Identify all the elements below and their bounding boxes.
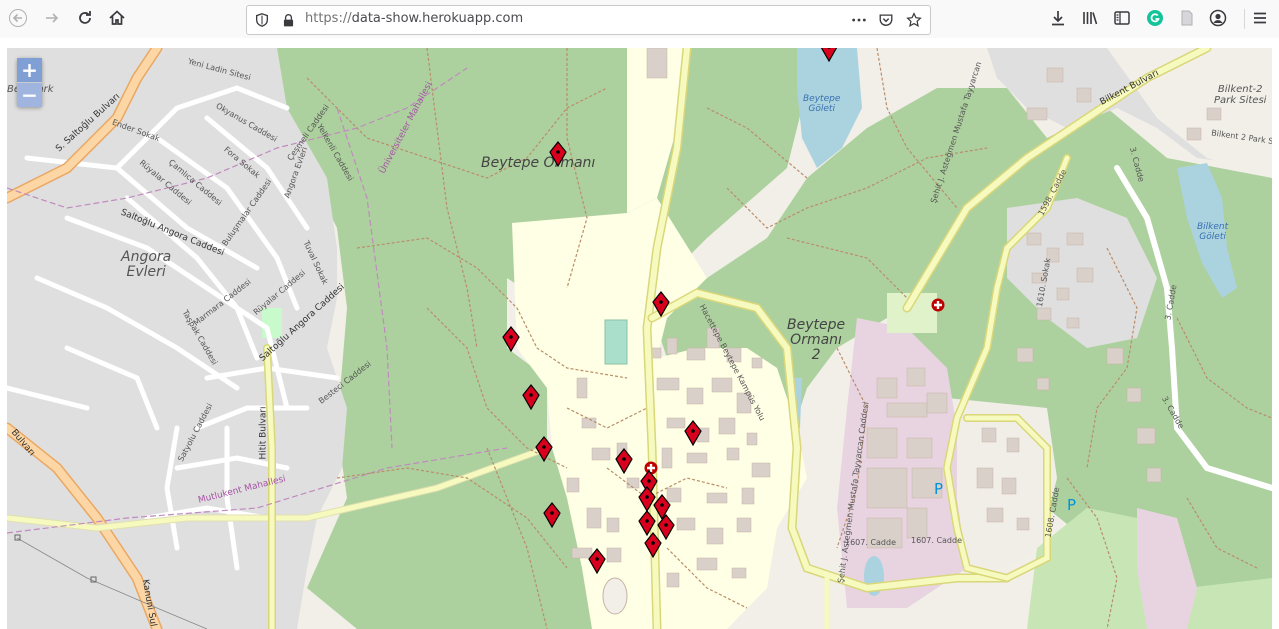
forward-icon[interactable] — [40, 6, 64, 30]
pocket-icon[interactable] — [877, 11, 895, 29]
toolbar-separator — [1244, 9, 1245, 29]
shield-icon[interactable] — [253, 11, 271, 29]
map-marker-icon[interactable] — [534, 436, 554, 463]
reader-icon[interactable] — [1175, 6, 1199, 30]
reload-icon[interactable] — [73, 6, 97, 30]
zoom-in-button[interactable]: + — [17, 58, 42, 82]
place-label-line: Bilkent-2 — [1217, 84, 1263, 95]
water-label-bilkent-goleti: Bilkent Göleti — [1197, 222, 1228, 242]
grammarly-icon[interactable] — [1143, 6, 1167, 30]
place-label-line: Beytepe — [787, 317, 846, 333]
map-marker-icon[interactable] — [614, 448, 634, 475]
street-label: Hitit Bulvarı — [258, 406, 269, 460]
back-icon[interactable] — [6, 6, 30, 30]
water-label-line: Göleti — [808, 104, 835, 114]
lock-icon[interactable] — [279, 11, 297, 29]
url-scheme: https:// — [305, 11, 352, 26]
parking-icon: P — [1067, 496, 1077, 514]
map-marker-icon[interactable] — [501, 326, 521, 353]
browser-toolbar: https://data-show.herokuapp.com — [0, 0, 1279, 39]
sidebar-icon[interactable] — [1110, 6, 1134, 30]
parking-icon: P — [934, 480, 944, 498]
place-label-line: Ormanı — [790, 332, 842, 348]
place-label-angora-evleri: Angora Evleri — [121, 250, 171, 280]
water-label-line: Bilkent — [1197, 222, 1229, 232]
place-label-line: Evleri — [126, 264, 166, 280]
address-bar[interactable]: https://data-show.herokuapp.com — [246, 5, 931, 35]
place-label-beytepe-ormani: Beytepe Ormanı — [481, 155, 596, 171]
street-label: 1607. Cadde — [845, 538, 897, 547]
place-label-line: Park Sitesi — [1214, 95, 1267, 106]
home-icon[interactable] — [105, 6, 129, 30]
bookmark-star-icon[interactable] — [905, 11, 923, 29]
water-label-line: Göleti — [1199, 232, 1226, 242]
place-label-bilkent2-park: Bilkent-2 Park Sitesi — [1214, 84, 1266, 106]
map-marker-icon[interactable] — [587, 548, 607, 575]
menu-icon[interactable] — [1248, 6, 1272, 30]
water-label-line: Beytepe — [803, 94, 841, 104]
map-marker-icon[interactable] — [819, 48, 839, 63]
url-text: https://data-show.herokuapp.com — [305, 11, 523, 26]
page-content: Beytepe Ormanı Beytepe Ormanı 2 Angora E… — [0, 38, 1279, 629]
hospital-icon — [931, 298, 945, 312]
zoom-out-button[interactable]: − — [17, 82, 42, 107]
library-icon[interactable] — [1078, 6, 1102, 30]
street-label: 1607. Cadde — [911, 536, 963, 545]
map-view[interactable]: Beytepe Ormanı Beytepe Ormanı 2 Angora E… — [7, 48, 1272, 629]
download-icon[interactable] — [1046, 6, 1070, 30]
page-actions-icon[interactable] — [850, 11, 868, 29]
place-label-line: Angora — [121, 249, 172, 265]
place-label-line: 2 — [811, 347, 821, 363]
account-icon[interactable] — [1206, 6, 1230, 30]
url-host: data-show.herokuapp.com — [351, 11, 524, 26]
place-label-beytepe-ormani-2: Beytepe Ormanı 2 — [787, 318, 845, 363]
map-marker-icon[interactable] — [683, 420, 703, 447]
map-marker-icon[interactable] — [521, 384, 541, 411]
zoom-control: + − — [17, 58, 42, 107]
map-marker-icon[interactable] — [651, 291, 671, 318]
water-label-beytepe-goleti: Beytepe Göleti — [803, 94, 840, 114]
map-marker-icon[interactable] — [548, 141, 568, 168]
map-marker-icon[interactable] — [643, 532, 663, 559]
map-marker-icon[interactable] — [542, 502, 562, 529]
